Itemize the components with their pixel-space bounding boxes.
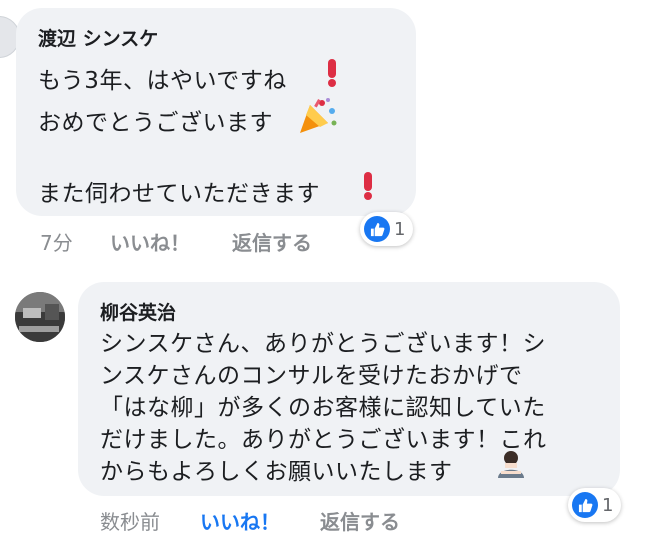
comment-text-line: からもよろしくお願いいたします	[100, 459, 453, 485]
reply-button[interactable]: 返信する	[232, 227, 312, 256]
comment-text-line: ンスケさんのコンサルを受けたおかげで	[100, 363, 523, 389]
reaction-summary[interactable]: 1	[568, 488, 622, 522]
red-exclamation-icon	[360, 171, 376, 207]
like-button[interactable]: いいね！	[110, 227, 190, 256]
comment-text-line: だけました。ありがとうございます！これ	[100, 427, 547, 453]
comment-text-line: また伺わせていただきます	[38, 181, 320, 207]
reaction-count: 1	[394, 218, 406, 240]
comment-text-line: もう3年、はやいですね	[38, 68, 287, 94]
comment-author[interactable]: 柳谷英治	[100, 298, 176, 325]
red-exclamation-icon	[324, 58, 340, 94]
thumbs-up-icon	[364, 216, 390, 242]
comment-author[interactable]: 渡辺 シンスケ	[38, 24, 158, 51]
comment-timestamp[interactable]: 数秒前	[100, 506, 160, 535]
comment-text-line: シンスケさん、ありがとうございます！シ	[100, 331, 547, 357]
comment-text-line: おめでとうございます	[38, 110, 273, 136]
reaction-summary[interactable]: 1	[360, 212, 414, 246]
reaction-count: 1	[602, 494, 614, 516]
reply-button[interactable]: 返信する	[320, 506, 400, 535]
comment-timestamp[interactable]: 7分	[40, 227, 73, 256]
party-popper-icon	[298, 97, 338, 141]
comment-text-line: 「はな柳」が多くのお客様に認知していた	[100, 395, 546, 421]
like-button[interactable]: いいね！	[200, 506, 280, 535]
bowing-person-icon	[494, 449, 528, 485]
thumbs-up-icon	[572, 492, 598, 518]
commenter-avatar[interactable]	[15, 292, 65, 342]
